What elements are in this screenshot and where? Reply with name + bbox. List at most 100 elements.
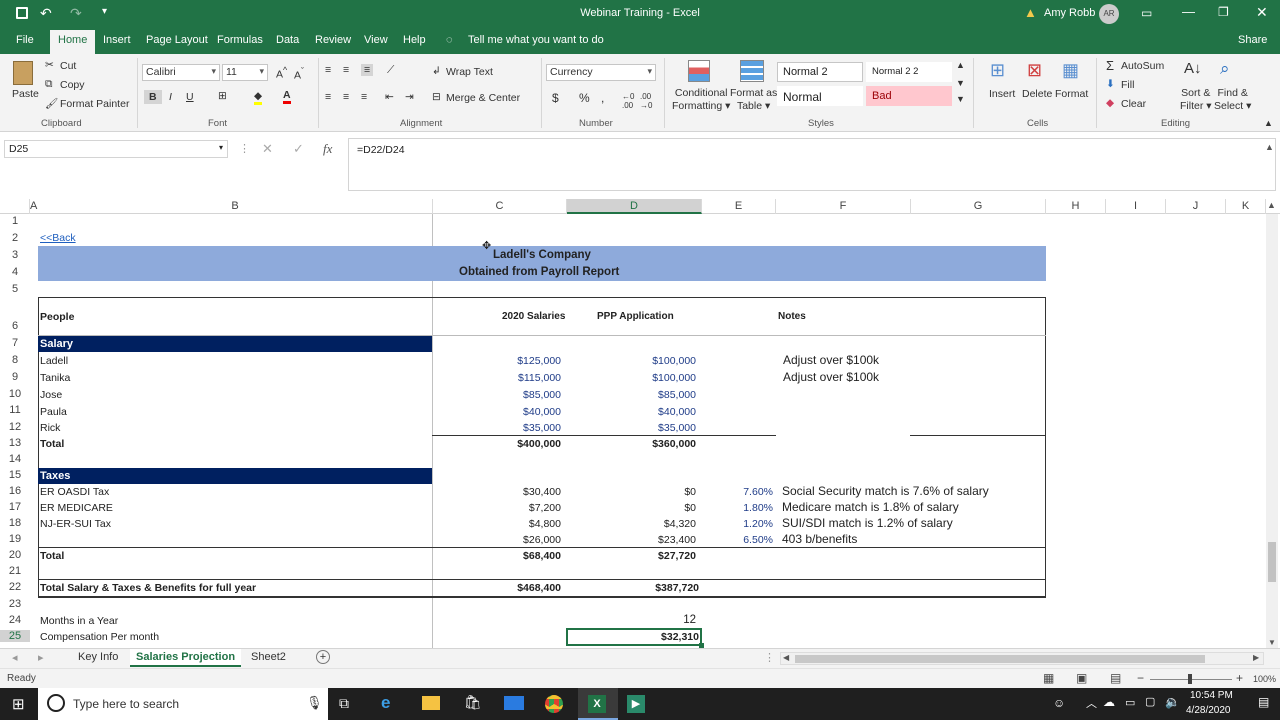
people-icon[interactable]: ☺ (1053, 696, 1065, 710)
row-header[interactable]: 18 (0, 517, 30, 529)
styles-scroll-down-icon[interactable]: ▼ (956, 78, 965, 88)
row-header[interactable]: 4 (0, 266, 30, 278)
column-header-f[interactable]: F (776, 199, 911, 214)
column-header-k[interactable]: K (1226, 199, 1266, 214)
percent-style-button[interactable]: % (579, 91, 590, 105)
bold-icon[interactable]: B (144, 90, 162, 104)
align-bottom-icon[interactable]: ≡ (361, 64, 374, 76)
vertical-scrollbar[interactable]: ▼ (1266, 214, 1278, 648)
row-header[interactable]: 23 (0, 598, 30, 610)
align-top-icon[interactable]: ≡ (325, 64, 331, 76)
format-cells-button[interactable]: Format (1055, 88, 1088, 100)
tell-me-search[interactable]: Tell me what you want to do (468, 34, 604, 46)
row-header[interactable]: 9 (0, 371, 30, 383)
task-view-icon[interactable]: ⧉ (339, 695, 349, 712)
battery-icon[interactable]: ▭ (1125, 696, 1135, 709)
clock-time[interactable]: 10:54 PM (1190, 690, 1233, 701)
font-name-select[interactable]: Calibri ▾ (142, 64, 220, 81)
borders-icon[interactable]: ⊞ (218, 90, 227, 102)
delete-cells-button[interactable]: Delete (1022, 88, 1052, 100)
minimize-icon[interactable]: — (1182, 4, 1195, 19)
font-size-select[interactable]: 11 ▾ (222, 64, 268, 81)
column-header-j[interactable]: J (1166, 199, 1226, 214)
cut-button[interactable]: Cut (60, 60, 76, 72)
scroll-right-icon[interactable]: ▶ (1253, 653, 1259, 662)
restore-icon[interactable]: ❐ (1218, 5, 1229, 19)
cancel-icon[interactable]: ✕ (262, 141, 273, 157)
menu-data[interactable]: Data (276, 34, 299, 46)
row-header[interactable]: 13 (0, 437, 30, 449)
menu-view[interactable]: View (364, 34, 388, 46)
display-icon[interactable]: ▢ (1145, 695, 1155, 708)
row-header[interactable]: 7 (0, 337, 30, 349)
zoom-in-icon[interactable]: + (1236, 671, 1243, 685)
row-header[interactable]: 17 (0, 501, 30, 513)
font-color-icon[interactable]: A (283, 89, 291, 104)
ribbon-display-icon[interactable]: ▭ (1141, 6, 1152, 20)
sort-filter-button[interactable]: Sort & Filter ▾ (1180, 87, 1212, 113)
row-header[interactable]: 24 (0, 614, 30, 626)
find-select-button[interactable]: Find & Select ▾ (1214, 87, 1251, 113)
insert-cells-button[interactable]: Insert (989, 88, 1015, 100)
taskbar-search-box[interactable]: Type here to search 🎙 (38, 688, 328, 720)
worksheet-grid[interactable]: <<Back Ladell's Company Obtained from Pa… (31, 214, 1265, 649)
column-header-h[interactable]: H (1046, 199, 1106, 214)
increase-indent-icon[interactable]: ⇥ (405, 91, 414, 103)
increase-decimal-icon[interactable]: ←0.00 (622, 92, 634, 110)
column-header-d[interactable]: D (567, 199, 702, 214)
row-header[interactable]: 8 (0, 354, 30, 366)
conditional-formatting-button[interactable]: Conditional Formatting ▾ (672, 87, 730, 113)
italic-icon[interactable]: I (169, 91, 172, 103)
insert-function-icon[interactable]: fx (323, 141, 332, 157)
excel-taskbar-button[interactable]: X (578, 688, 618, 720)
page-break-view-icon[interactable]: ▤ (1110, 671, 1121, 685)
name-box[interactable]: D25 ▾ (4, 140, 228, 158)
normal-view-icon[interactable]: ▦ (1043, 671, 1054, 685)
align-middle-icon[interactable]: ≡ (343, 64, 349, 76)
volume-icon[interactable]: 🔈 (1165, 695, 1180, 709)
row-header[interactable]: 20 (0, 549, 30, 561)
mail-icon[interactable] (504, 696, 524, 710)
next-sheet-icon[interactable]: ▸ (38, 651, 44, 664)
fill-button[interactable]: Fill (1121, 79, 1134, 91)
fill-color-icon[interactable]: ◆ (254, 90, 263, 105)
menu-insert[interactable]: Insert (103, 34, 131, 46)
merge-center-button[interactable]: Merge & Center (446, 92, 520, 104)
zoom-level[interactable]: 100% (1253, 674, 1276, 684)
clear-button[interactable]: Clear (1121, 98, 1146, 110)
column-header-g[interactable]: G (911, 199, 1046, 214)
menu-help[interactable]: Help (403, 34, 426, 46)
underline-icon[interactable]: U (186, 91, 194, 103)
column-header-a[interactable]: A (30, 199, 37, 214)
tab-sheet2[interactable]: Sheet2 (251, 651, 286, 663)
user-name[interactable]: Amy Robb (1044, 7, 1095, 19)
clock-date[interactable]: 4/28/2020 (1186, 705, 1231, 716)
row-header[interactable]: 5 (0, 283, 30, 295)
formula-input[interactable]: =D22/D24 (348, 138, 1276, 191)
autosum-button[interactable]: AutoSum (1121, 60, 1164, 72)
vertical-scroll-thumb[interactable] (1268, 542, 1276, 582)
decrease-indent-icon[interactable]: ⇤ (385, 91, 394, 103)
column-header-i[interactable]: I (1106, 199, 1166, 214)
column-header-c[interactable]: C (433, 199, 567, 214)
notifications-icon[interactable]: ▤ (1258, 695, 1269, 709)
styles-more-icon[interactable]: ▼ (956, 94, 965, 104)
row-header[interactable]: 15 (0, 469, 30, 481)
row-header[interactable]: 1 (0, 215, 30, 227)
orientation-icon[interactable]: ⟋ (387, 64, 394, 77)
shrink-font-icon[interactable]: Aˇ (294, 66, 304, 82)
row-header[interactable]: 10 (0, 388, 30, 400)
row-header[interactable]: 21 (0, 565, 30, 577)
row-header[interactable]: 11 (0, 404, 30, 416)
number-format-select[interactable]: Currency ▾ (546, 64, 656, 81)
chrome-icon[interactable] (545, 695, 563, 713)
decrease-decimal-icon[interactable]: .00 →0 (640, 92, 652, 110)
align-right-icon[interactable]: ≡ (361, 91, 367, 103)
collapse-ribbon-icon[interactable]: ▲ (1264, 118, 1273, 128)
media-app-icon[interactable]: ▶ (627, 695, 645, 713)
tabs-splitter-icon[interactable]: ⋮ (764, 651, 775, 664)
prev-sheet-icon[interactable]: ◂ (12, 651, 18, 664)
menu-home[interactable]: Home (50, 30, 96, 54)
row-header[interactable]: 19 (0, 533, 30, 545)
back-link[interactable]: <<Back (40, 232, 76, 244)
